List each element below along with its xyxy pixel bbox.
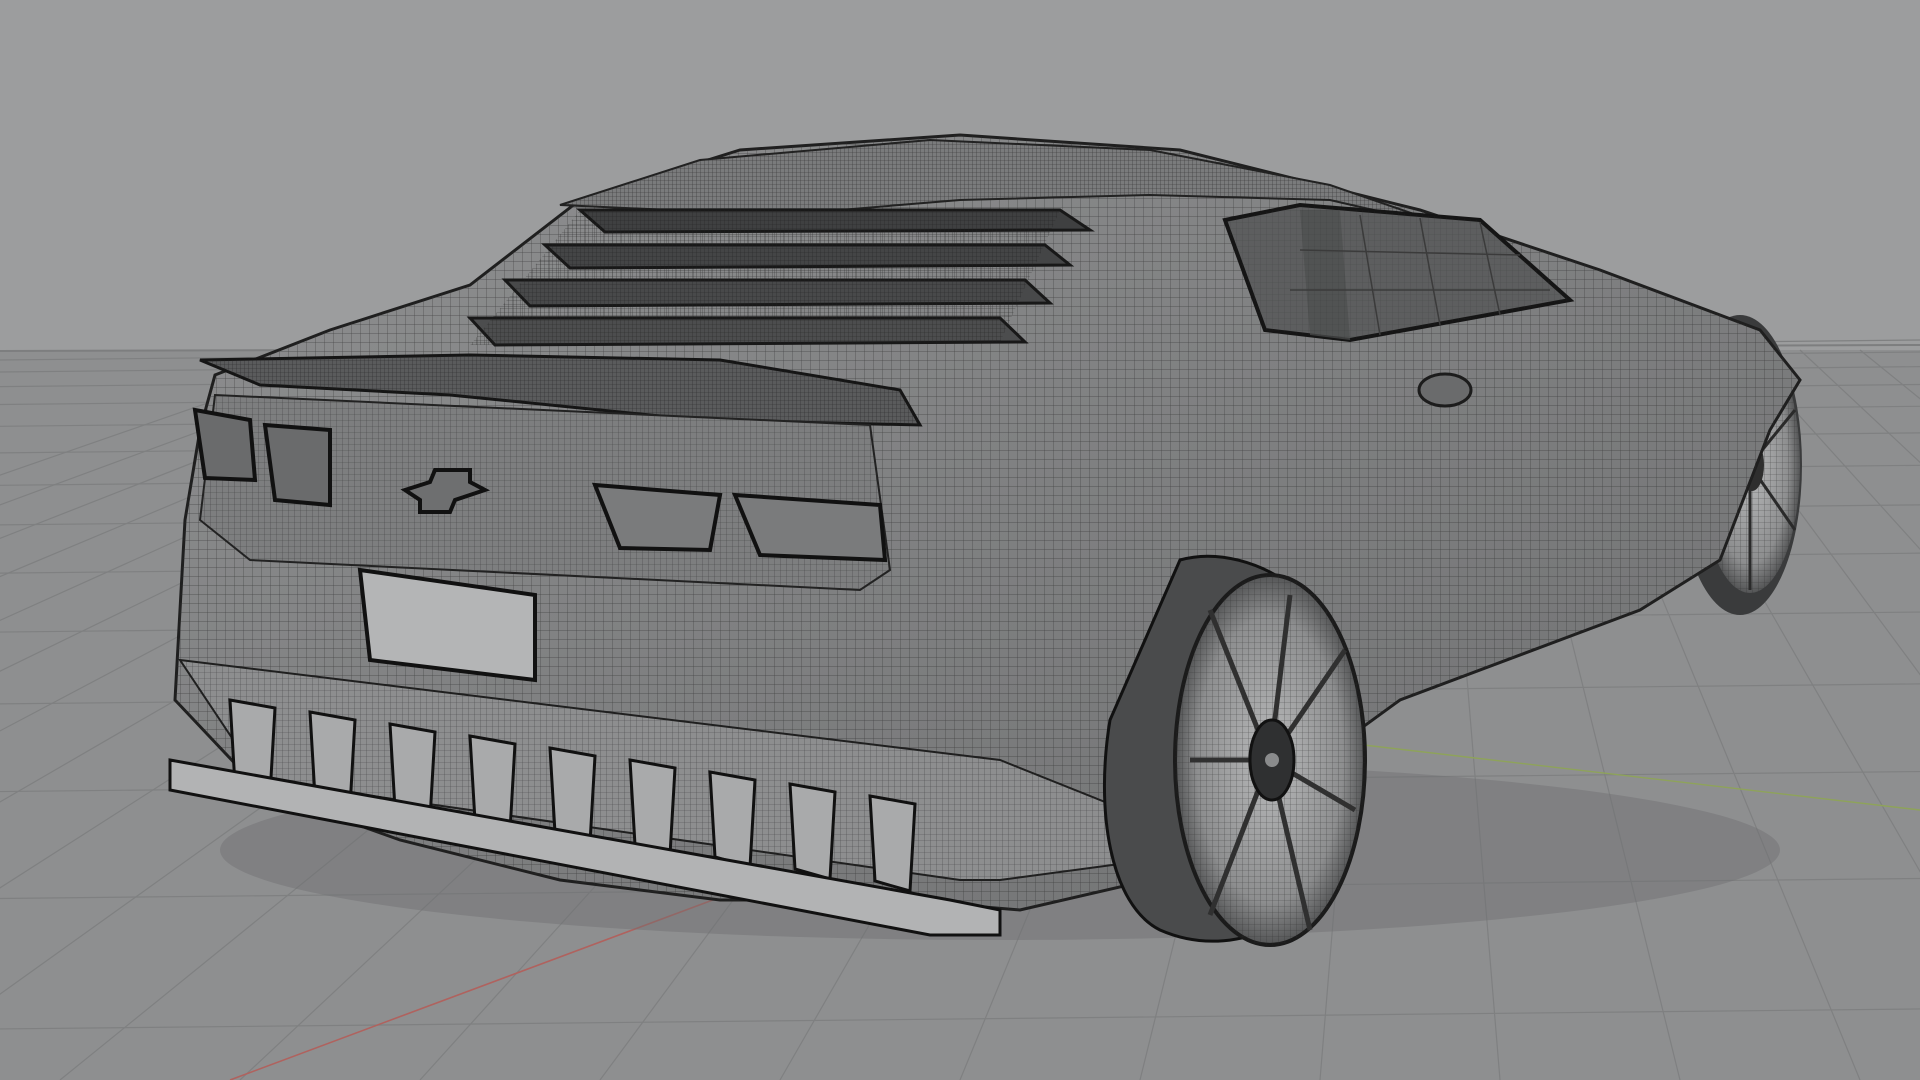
- diffuser-fin: [788, 782, 837, 881]
- diffuser-fin: [628, 758, 677, 857]
- 3d-viewport[interactable]: [0, 0, 1920, 1080]
- diffuser-fin: [868, 794, 917, 893]
- door-handle[interactable]: [1417, 372, 1473, 408]
- scene-canvas[interactable]: [0, 0, 1920, 1080]
- diffuser-fin: [708, 770, 757, 869]
